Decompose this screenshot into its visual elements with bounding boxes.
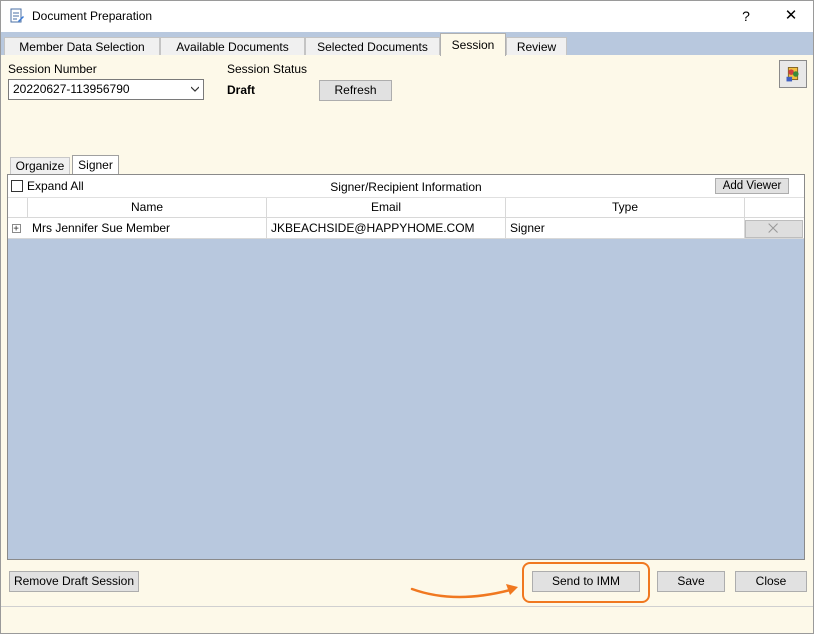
signer-type-cell[interactable]: Signer: [506, 218, 745, 239]
help-button[interactable]: ?: [732, 5, 760, 27]
session-number-label: Session Number: [8, 62, 97, 76]
send-to-imm-button[interactable]: Send to IMM: [532, 571, 640, 592]
users-settings-icon: [786, 67, 799, 82]
document-icon: [10, 8, 24, 23]
tab-available-documents[interactable]: Available Documents: [160, 37, 305, 56]
delete-row-button[interactable]: [745, 220, 803, 238]
window-title: Document Preparation: [32, 9, 153, 23]
header-expand-cell: [8, 198, 28, 218]
signer-grid: Expand All Signer/Recipient Information …: [7, 174, 805, 560]
add-viewer-button[interactable]: Add Viewer: [715, 178, 789, 194]
grid-title: Signer/Recipient Information: [330, 180, 482, 194]
grid-header-row: Name Email Type: [8, 197, 804, 218]
inner-tab-organize[interactable]: Organize: [10, 157, 70, 175]
session-status-label: Session Status: [227, 62, 308, 76]
column-header-type[interactable]: Type: [506, 198, 745, 218]
grid-toolbar: Expand All Signer/Recipient Information …: [8, 175, 804, 197]
status-footer: [1, 606, 813, 633]
arrow-annotation-icon: [410, 584, 518, 599]
plus-icon: [13, 225, 19, 231]
signer-name-cell[interactable]: Mrs Jennifer Sue Member: [28, 218, 267, 239]
tools-button[interactable]: [779, 60, 807, 88]
column-header-email[interactable]: Email: [267, 198, 506, 218]
title-bar: Document Preparation ? ✕: [1, 1, 813, 32]
remove-draft-session-button[interactable]: Remove Draft Session: [9, 571, 139, 592]
column-header-name[interactable]: Name: [28, 198, 267, 218]
session-status-value: Draft: [227, 83, 256, 97]
close-icon: [768, 223, 778, 233]
tab-session[interactable]: Session: [440, 33, 506, 56]
document-preparation-window: Document Preparation ? ✕ Member Data Sel…: [0, 0, 814, 634]
table-row[interactable]: Mrs Jennifer Sue Member JKBEACHSIDE@HAPP…: [8, 217, 804, 239]
chevron-down-icon: [191, 86, 199, 92]
session-number-value: 20220627-113956790: [13, 82, 130, 96]
tab-member-data-selection[interactable]: Member Data Selection: [4, 37, 160, 56]
close-button[interactable]: Close: [735, 571, 807, 592]
close-window-button[interactable]: ✕: [777, 5, 805, 27]
session-number-select[interactable]: 20220627-113956790: [8, 79, 204, 100]
inner-tab-signer[interactable]: Signer: [72, 155, 119, 175]
save-button[interactable]: Save: [657, 571, 725, 592]
refresh-button[interactable]: Refresh: [319, 80, 392, 101]
tab-review[interactable]: Review: [506, 37, 567, 56]
tab-selected-documents[interactable]: Selected Documents: [305, 37, 440, 56]
expand-row-icon[interactable]: [12, 224, 21, 233]
signer-email-cell[interactable]: JKBEACHSIDE@HAPPYHOME.COM: [267, 218, 506, 239]
